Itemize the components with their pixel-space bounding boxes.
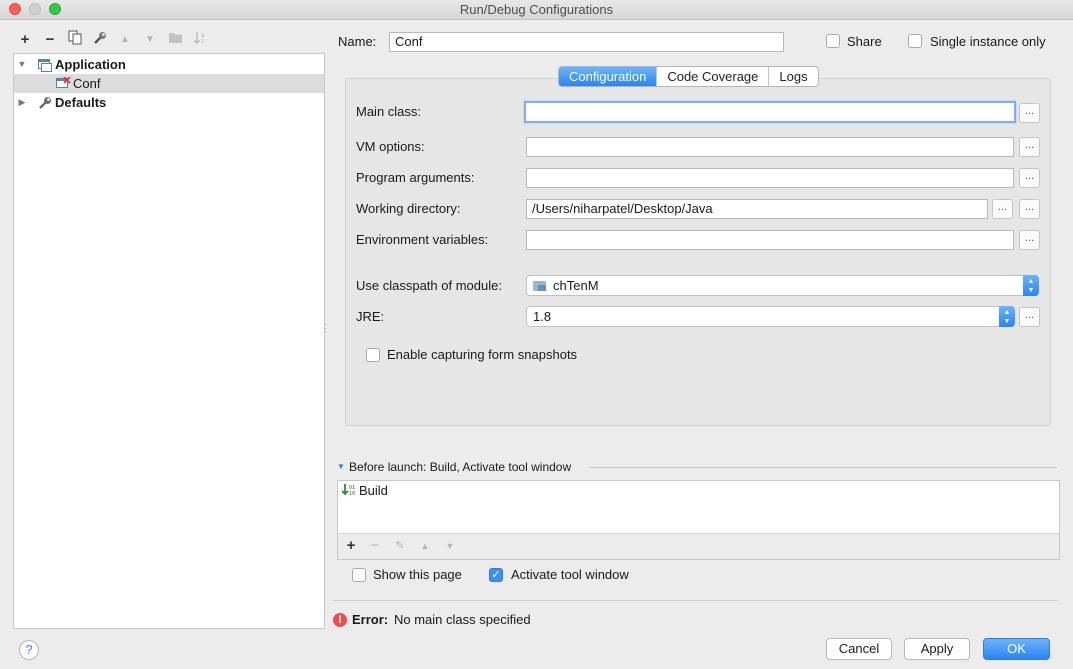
move-down-icon[interactable]: ▼ bbox=[442, 537, 458, 555]
name-field[interactable]: Conf bbox=[389, 32, 784, 52]
splitter-handle[interactable]: · · · bbox=[324, 320, 327, 337]
classpath-module-value: chTenM bbox=[553, 278, 599, 293]
add-task-icon[interactable]: + bbox=[343, 537, 359, 555]
before-launch-header[interactable]: ▼ Before launch: Build, Activate tool wi… bbox=[337, 460, 1057, 474]
svg-text:z: z bbox=[201, 38, 204, 45]
jre-value: 1.8 bbox=[533, 309, 552, 324]
tree-label-application: Application bbox=[55, 57, 126, 72]
ok-button[interactable]: OK bbox=[983, 638, 1050, 660]
single-instance-label: Single instance only bbox=[930, 34, 1046, 49]
move-up-icon[interactable]: ▲ bbox=[417, 537, 433, 555]
activate-tool-window-label: Activate tool window bbox=[511, 567, 629, 582]
show-page-checkbox[interactable] bbox=[352, 568, 366, 582]
jre-select[interactable]: 1.8 ▲ ▼ bbox=[526, 306, 1015, 327]
show-page-label: Show this page bbox=[373, 567, 462, 582]
name-label: Name: bbox=[338, 34, 377, 49]
before-launch-title: Before launch: Build, Activate tool wind… bbox=[349, 460, 572, 474]
section-divider bbox=[589, 467, 1057, 468]
single-instance-checkbox[interactable] bbox=[908, 34, 922, 48]
enable-snapshots-label: Enable capturing form snapshots bbox=[387, 347, 578, 362]
copy-icon[interactable] bbox=[66, 30, 84, 50]
window-title: Run/Debug Configurations bbox=[459, 2, 614, 17]
tab-configuration[interactable]: Configuration bbox=[559, 67, 658, 86]
apply-button[interactable]: Apply bbox=[904, 638, 970, 660]
minus-icon[interactable]: − bbox=[41, 30, 59, 50]
configurations-tree[interactable]: ▼ Application Conf ▶ Defaults bbox=[13, 53, 325, 629]
edit-task-icon[interactable]: ✎ bbox=[392, 537, 408, 555]
before-launch-toolbar: + − ✎ ▲ ▼ bbox=[338, 533, 1059, 559]
tab-logs[interactable]: Logs bbox=[769, 67, 817, 86]
enable-snapshots-checkbox[interactable] bbox=[366, 348, 380, 362]
disclosure-triangle-icon[interactable]: ▼ bbox=[337, 460, 345, 474]
tab-bar: Configuration Code Coverage Logs bbox=[558, 66, 819, 87]
chevron-updown-icon[interactable]: ▲ ▼ bbox=[1023, 275, 1039, 296]
working-directory-label: Working directory: bbox=[356, 201, 461, 216]
working-directory-field[interactable]: /Users/niharpatel/Desktop/Java bbox=[526, 199, 988, 219]
environment-variables-edit-button[interactable]: ... bbox=[1019, 230, 1040, 250]
folder-icon[interactable] bbox=[166, 30, 184, 50]
wrench-icon bbox=[38, 96, 52, 109]
chevron-updown-icon[interactable]: ▲ ▼ bbox=[999, 306, 1015, 327]
divider bbox=[333, 600, 1058, 601]
working-directory-macro-button[interactable]: ... bbox=[1019, 199, 1040, 219]
tab-code-coverage[interactable]: Code Coverage bbox=[657, 67, 770, 86]
list-item[interactable]: 01 10 Build bbox=[338, 481, 1059, 501]
jre-label: JRE: bbox=[356, 309, 385, 324]
plus-icon[interactable]: + bbox=[16, 30, 34, 50]
main-class-browse-button[interactable]: ... bbox=[1019, 103, 1040, 123]
environment-variables-label: Environment variables: bbox=[356, 232, 489, 247]
config-error-icon bbox=[56, 76, 71, 90]
environment-variables-field[interactable] bbox=[526, 230, 1014, 250]
error-prefix: Error: bbox=[352, 612, 389, 627]
wrench-icon[interactable] bbox=[91, 30, 109, 50]
arrow-down-icon[interactable]: ▼ bbox=[141, 30, 159, 50]
error-icon: ! bbox=[333, 613, 347, 627]
working-directory-browse-button[interactable]: ... bbox=[992, 199, 1013, 219]
classpath-module-label: Use classpath of module: bbox=[356, 278, 502, 293]
share-label: Share bbox=[847, 34, 882, 49]
tree-label-conf: Conf bbox=[73, 76, 101, 91]
main-class-label: Main class: bbox=[356, 104, 422, 119]
module-folder-icon bbox=[533, 281, 546, 291]
build-icon: 01 10 bbox=[341, 483, 356, 501]
tree-label-defaults: Defaults bbox=[55, 95, 107, 110]
vm-options-field[interactable] bbox=[526, 137, 1014, 157]
sort-alphabetically-icon[interactable]: az bbox=[191, 30, 209, 50]
before-launch-list: 01 10 Build + − ✎ ▲ ▼ bbox=[337, 480, 1060, 560]
tree-item-application[interactable]: ▼ Application bbox=[14, 55, 324, 74]
classpath-module-select[interactable]: chTenM ▲ ▼ bbox=[526, 275, 1039, 296]
cancel-button[interactable]: Cancel bbox=[826, 638, 892, 660]
arrow-up-icon[interactable]: ▲ bbox=[116, 30, 134, 50]
help-button[interactable]: ? bbox=[19, 640, 39, 660]
program-arguments-label: Program arguments: bbox=[356, 170, 475, 185]
tree-item-defaults[interactable]: ▶ Defaults bbox=[14, 93, 324, 112]
configurations-toolbar: + − ▲ ▼ az bbox=[14, 30, 324, 50]
tree-item-conf[interactable]: Conf bbox=[14, 74, 324, 93]
vm-options-expand-button[interactable]: ... bbox=[1019, 137, 1040, 157]
list-item-label: Build bbox=[359, 483, 388, 498]
application-icon bbox=[38, 58, 52, 72]
activate-tool-window-checkbox[interactable]: ✓ bbox=[489, 568, 503, 582]
title-bar: Run/Debug Configurations bbox=[0, 0, 1073, 20]
svg-text:10: 10 bbox=[349, 491, 355, 497]
remove-task-icon[interactable]: − bbox=[367, 537, 383, 555]
error-message: No main class specified bbox=[394, 612, 531, 627]
expand-arrow-icon[interactable]: ▼ bbox=[17, 55, 27, 74]
configuration-panel bbox=[345, 78, 1051, 426]
share-checkbox[interactable] bbox=[826, 34, 840, 48]
collapse-arrow-icon[interactable]: ▶ bbox=[17, 93, 27, 112]
program-arguments-expand-button[interactable]: ... bbox=[1019, 168, 1040, 188]
vm-options-label: VM options: bbox=[356, 139, 425, 154]
jre-browse-button[interactable]: ... bbox=[1019, 307, 1040, 327]
program-arguments-field[interactable] bbox=[526, 168, 1014, 188]
main-class-field[interactable] bbox=[524, 101, 1016, 123]
